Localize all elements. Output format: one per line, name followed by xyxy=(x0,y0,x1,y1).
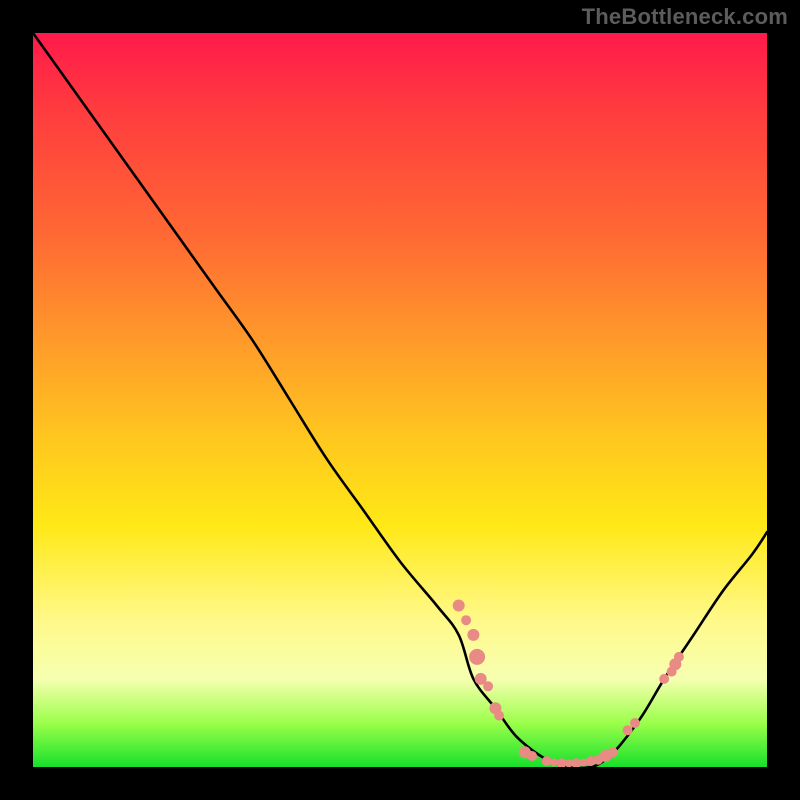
curve-markers xyxy=(453,600,684,768)
curve-marker xyxy=(667,667,677,677)
curve-marker xyxy=(674,652,684,662)
chart-container: TheBottleneck.com xyxy=(0,0,800,800)
curve-marker xyxy=(475,673,487,685)
curve-marker xyxy=(519,746,531,758)
curve-marker xyxy=(489,702,501,714)
curve-marker xyxy=(586,756,596,766)
curve-marker xyxy=(630,718,640,728)
curve-marker xyxy=(659,674,669,684)
curve-marker xyxy=(623,725,633,735)
curve-marker xyxy=(571,758,581,767)
curve-marker xyxy=(593,755,603,765)
curve-marker xyxy=(600,750,612,762)
bottleneck-curve-svg xyxy=(33,33,767,767)
curve-marker xyxy=(467,629,479,641)
curve-marker xyxy=(608,747,618,757)
curve-marker xyxy=(453,600,465,612)
bottleneck-curve-path xyxy=(33,33,767,767)
curve-marker xyxy=(565,759,573,767)
curve-marker xyxy=(550,759,558,767)
curve-marker xyxy=(542,756,552,766)
curve-marker xyxy=(580,759,588,767)
curve-marker xyxy=(669,658,681,670)
watermark-text: TheBottleneck.com xyxy=(582,4,788,30)
curve-marker xyxy=(483,681,493,691)
plot-area xyxy=(33,33,767,767)
curve-marker xyxy=(461,615,471,625)
curve-marker xyxy=(527,751,537,761)
curve-marker xyxy=(469,649,485,665)
curve-marker xyxy=(557,758,567,767)
curve-marker xyxy=(494,711,504,721)
